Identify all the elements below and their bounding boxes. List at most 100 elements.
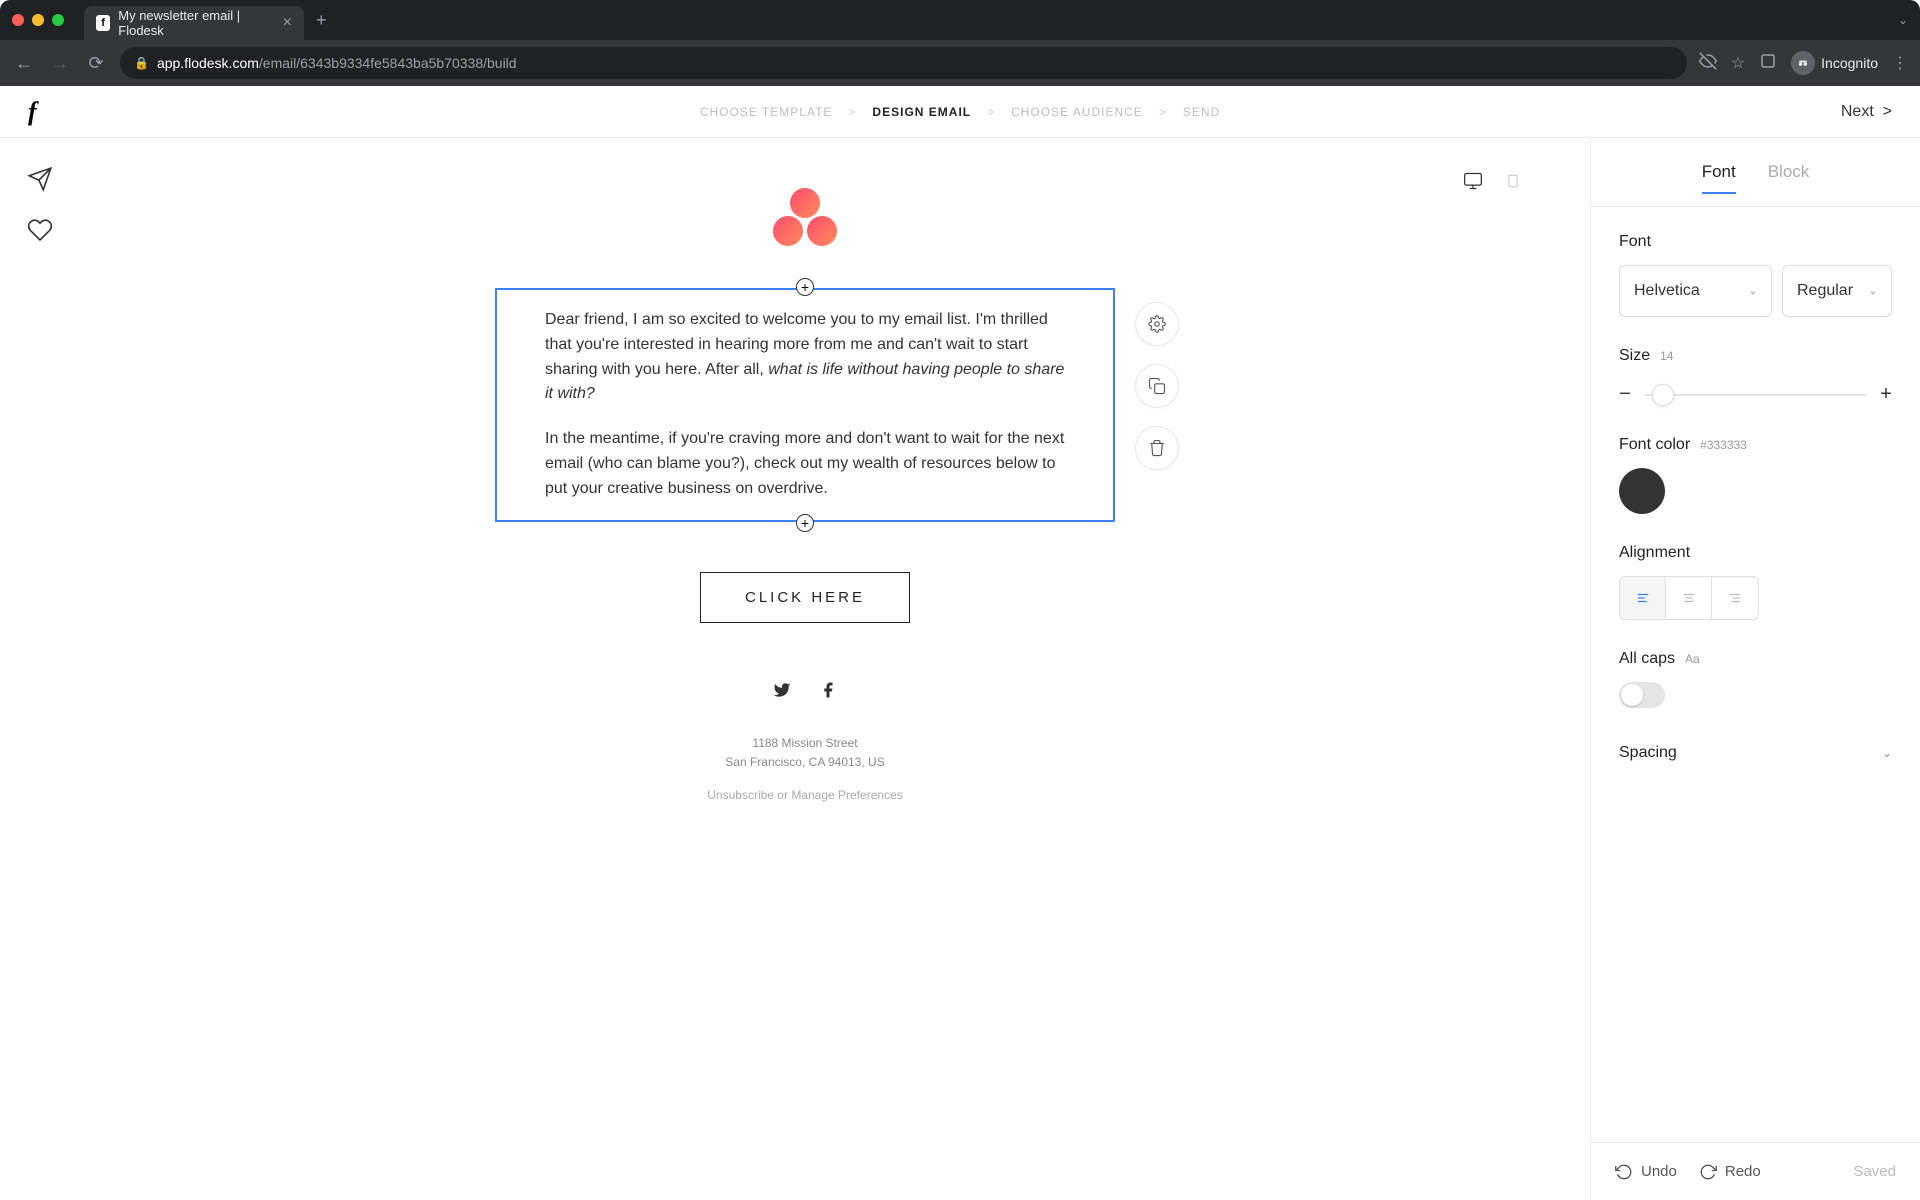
tabs-dropdown-icon[interactable]: ⌄ — [1898, 13, 1908, 27]
step-separator-icon: > — [848, 105, 856, 119]
window-close-button[interactable] — [12, 14, 24, 26]
url-bar[interactable]: 🔒 app.flodesk.com/email/6343b9334fe5843b… — [120, 47, 1687, 79]
step-choose-audience[interactable]: CHOOSE AUDIENCE — [1011, 105, 1143, 119]
align-left-button[interactable] — [1620, 577, 1666, 619]
chevron-down-icon: ⌄ — [1749, 286, 1757, 297]
properties-panel: Font Block Font Helvetica ⌄ Regular ⌄ — [1590, 138, 1920, 1200]
new-tab-button[interactable]: + — [316, 10, 327, 31]
duplicate-block-button[interactable] — [1135, 364, 1179, 408]
window-minimize-button[interactable] — [32, 14, 44, 26]
slider-thumb[interactable] — [1652, 384, 1674, 406]
font-section-label: Font — [1619, 233, 1892, 251]
block-tools — [1135, 302, 1179, 470]
tab-title: My newsletter email | Flodesk — [118, 8, 270, 38]
window-maximize-button[interactable] — [52, 14, 64, 26]
text-block-content[interactable]: Dear friend, I am so excited to welcome … — [495, 288, 1115, 522]
font-family-value: Helvetica — [1634, 282, 1700, 300]
app-logo[interactable]: f — [28, 97, 37, 127]
text-block-selected[interactable]: + Dear friend, I am so excited to welcom… — [495, 288, 1115, 522]
forward-button[interactable]: → — [48, 51, 72, 75]
tab-close-icon[interactable]: × — [283, 14, 292, 32]
step-separator-icon: > — [987, 105, 995, 119]
block-settings-button[interactable] — [1135, 302, 1179, 346]
unsubscribe-link[interactable]: Unsubscribe — [707, 788, 774, 802]
incognito-indicator[interactable]: Incognito — [1791, 51, 1878, 75]
add-block-below-button[interactable]: + — [796, 514, 814, 532]
mobile-preview-button[interactable] — [1496, 166, 1530, 196]
font-color-swatch[interactable] — [1619, 468, 1665, 514]
chevron-down-icon: ⌄ — [1882, 746, 1892, 760]
align-right-button[interactable] — [1712, 577, 1758, 619]
incognito-label: Incognito — [1821, 55, 1878, 71]
spacing-label: Spacing — [1619, 744, 1677, 762]
browser-tab[interactable]: f My newsletter email | Flodesk × — [84, 6, 304, 40]
font-color-value: #333333 — [1700, 438, 1747, 452]
brand-logo-icon — [773, 188, 837, 248]
social-block[interactable] — [495, 663, 1115, 734]
address-line: San Francisco, CA 94013, US — [495, 753, 1115, 772]
app-header: f CHOOSE TEMPLATE > DESIGN EMAIL > CHOOS… — [0, 86, 1920, 138]
button-block[interactable]: CLICK HERE — [495, 522, 1115, 663]
redo-button[interactable]: Redo — [1699, 1163, 1761, 1181]
tab-block[interactable]: Block — [1768, 162, 1810, 194]
align-center-button[interactable] — [1666, 577, 1712, 619]
spacing-section-toggle[interactable]: Spacing ⌄ — [1619, 738, 1892, 768]
preview-toggle — [1456, 166, 1530, 196]
favorite-icon[interactable] — [27, 217, 53, 248]
font-weight-value: Regular — [1797, 282, 1853, 300]
panel-footer: Undo Redo Saved — [1591, 1142, 1920, 1200]
extensions-icon[interactable] — [1759, 52, 1777, 75]
incognito-icon — [1791, 51, 1815, 75]
left-rail — [0, 138, 80, 1200]
size-increase-button[interactable]: + — [1880, 383, 1892, 406]
step-send[interactable]: SEND — [1183, 105, 1220, 119]
allcaps-toggle[interactable] — [1619, 682, 1665, 708]
manage-preferences-link[interactable]: Manage Preferences — [791, 788, 902, 802]
delete-block-button[interactable] — [1135, 426, 1179, 470]
step-choose-template[interactable]: CHOOSE TEMPLATE — [700, 105, 833, 119]
size-slider[interactable] — [1645, 394, 1866, 396]
twitter-icon[interactable] — [773, 681, 791, 704]
next-button[interactable]: Next > — [1841, 103, 1892, 121]
size-value: 14 — [1660, 349, 1673, 363]
browser-tab-strip: f My newsletter email | Flodesk × + ⌄ — [0, 0, 1920, 40]
canvas: + Dear friend, I am so excited to welcom… — [80, 138, 1590, 1200]
size-decrease-button[interactable]: − — [1619, 383, 1631, 406]
font-weight-select[interactable]: Regular ⌄ — [1782, 265, 1892, 317]
lock-icon: 🔒 — [134, 56, 149, 70]
bookmark-star-icon[interactable]: ☆ — [1731, 53, 1745, 73]
alignment-group — [1619, 576, 1759, 620]
panel-tabs: Font Block — [1591, 138, 1920, 207]
step-separator-icon: > — [1159, 105, 1167, 119]
url-domain: app.flodesk.com — [157, 55, 259, 71]
font-color-label: Font color — [1619, 436, 1690, 454]
saved-status: Saved — [1853, 1163, 1896, 1180]
tab-favicon-icon: f — [96, 15, 110, 31]
toggle-thumb — [1621, 684, 1643, 706]
email-canvas: + Dear friend, I am so excited to welcom… — [495, 168, 1115, 805]
footer-separator: or — [774, 788, 791, 802]
allcaps-hint: Aa — [1685, 652, 1700, 666]
browser-toolbar: ← → ⟳ 🔒 app.flodesk.com/email/6343b9334f… — [0, 40, 1920, 86]
chevron-down-icon: ⌄ — [1869, 286, 1877, 297]
browser-chrome: f My newsletter email | Flodesk × + ⌄ ← … — [0, 0, 1920, 86]
back-button[interactable]: ← — [12, 51, 36, 75]
desktop-preview-button[interactable] — [1456, 166, 1490, 196]
reload-button[interactable]: ⟳ — [84, 51, 108, 75]
cta-button[interactable]: CLICK HERE — [700, 572, 910, 623]
footer-block[interactable]: 1188 Mission Street San Francisco, CA 94… — [495, 734, 1115, 806]
send-test-icon[interactable] — [27, 166, 53, 197]
paragraph-text: In the meantime, if you're craving more … — [545, 427, 1065, 501]
undo-button[interactable]: Undo — [1615, 1163, 1677, 1181]
allcaps-label: All caps — [1619, 650, 1675, 668]
url-path: /email/6343b9334fe5843ba5b70338/build — [259, 55, 517, 71]
size-label: Size — [1619, 347, 1650, 365]
add-block-above-button[interactable]: + — [796, 278, 814, 296]
eye-off-icon[interactable] — [1699, 52, 1717, 75]
browser-menu-icon[interactable]: ⋮ — [1892, 53, 1908, 73]
tab-font[interactable]: Font — [1702, 162, 1736, 194]
logo-block[interactable] — [495, 168, 1115, 288]
facebook-icon[interactable] — [819, 681, 837, 704]
font-family-select[interactable]: Helvetica ⌄ — [1619, 265, 1772, 317]
step-design-email[interactable]: DESIGN EMAIL — [872, 105, 971, 119]
